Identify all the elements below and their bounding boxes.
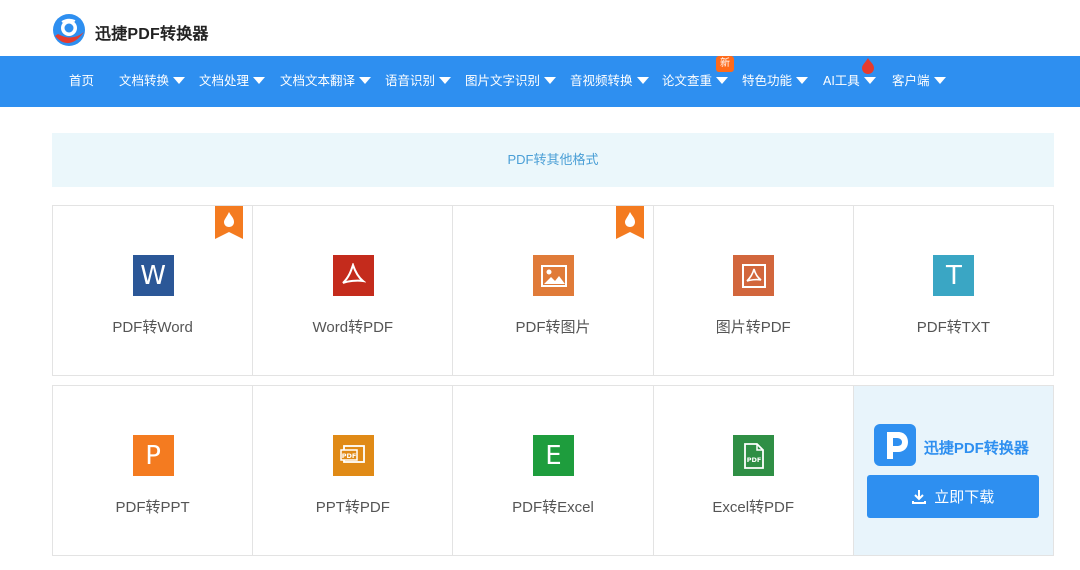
tool-label: Excel转PDF — [712, 499, 795, 516]
tool-label: 图片转PDF — [715, 319, 791, 336]
ppt-icon: P — [132, 435, 174, 476]
tool-label: PDF转PPT — [115, 499, 190, 516]
hot-flame-icon — [862, 58, 874, 74]
image-pdf-icon — [733, 255, 775, 296]
tool-pdf-to-word[interactable]: W PDF转Word — [53, 206, 254, 375]
tool-image-to-pdf[interactable]: 图片转PDF — [654, 206, 854, 375]
chevron-down-icon — [716, 77, 729, 85]
tool-label: PDF转TXT — [916, 319, 991, 336]
brand-name[interactable]: 迅捷PDF转换器 — [95, 20, 209, 44]
download-button-label: 立即下载 — [934, 489, 995, 506]
chevron-down-icon — [359, 77, 372, 85]
tool-pdf-to-excel[interactable]: E PDF转Excel — [453, 386, 654, 555]
excel-icon: E — [533, 435, 574, 476]
download-brand: 迅捷PDF转换器 — [923, 440, 1029, 457]
section-title: PDF转其他格式 — [52, 133, 1054, 187]
chevron-down-icon — [796, 77, 809, 85]
txt-icon: T — [933, 255, 975, 296]
nav-speech-recognition[interactable]: 语音识别 — [385, 56, 452, 107]
tool-label: PPT转PDF — [315, 499, 390, 516]
tool-pdf-to-txt[interactable]: T PDF转TXT — [854, 206, 1053, 375]
chevron-down-icon — [636, 77, 649, 85]
main-nav: 首页 文档转换 文档处理 文档文本翻译 语音识别 图片文字识别 音视频转换 论文… — [0, 56, 1080, 107]
nav-doc-translate[interactable]: 文档文本翻译 — [280, 56, 372, 107]
excel-pdf-icon: PDF — [733, 435, 775, 476]
tools-grid-row1: W PDF转Word Word转PDF PDF转图片 图片转PDF T PDF转… — [52, 205, 1054, 376]
tool-excel-to-pdf[interactable]: PDF Excel转PDF — [654, 386, 854, 555]
app-logo-icon[interactable] — [50, 12, 88, 48]
hot-ribbon-icon — [215, 206, 244, 239]
pdf-icon — [332, 255, 374, 296]
chevron-down-icon — [544, 77, 557, 85]
site-header: 迅捷PDF转换器 — [0, 0, 1080, 56]
tool-ppt-to-pdf[interactable]: PDF PPT转PDF — [253, 386, 454, 555]
word-icon: W — [132, 255, 174, 296]
chevron-down-icon — [439, 77, 452, 85]
nav-image-ocr[interactable]: 图片文字识别 — [465, 56, 557, 107]
download-button[interactable]: 立即下载 — [866, 475, 1039, 518]
tool-label: Word转PDF — [312, 319, 394, 336]
hot-ribbon-icon — [615, 206, 644, 239]
tool-label: PDF转Excel — [512, 499, 594, 516]
nav-doc-process[interactable]: 文档处理 — [199, 56, 266, 107]
chevron-down-icon — [933, 77, 946, 85]
tools-grid-row2: P PDF转PPT PDF PPT转PDF E PDF转Excel PDF Ex… — [52, 385, 1054, 556]
new-badge: 新 — [716, 56, 734, 72]
chevron-down-icon — [253, 77, 266, 85]
image-icon — [533, 255, 574, 296]
nav-special-features[interactable]: 特色功能 — [742, 56, 809, 107]
nav-doc-convert[interactable]: 文档转换 — [119, 56, 186, 107]
tool-word-to-pdf[interactable]: Word转PDF — [253, 206, 454, 375]
tool-label: PDF转图片 — [515, 319, 591, 336]
chevron-down-icon — [173, 77, 186, 85]
tool-pdf-to-image[interactable]: PDF转图片 — [453, 206, 654, 375]
tool-label: PDF转Word — [112, 319, 193, 336]
download-icon — [912, 489, 927, 504]
ppt-pdf-icon: PDF — [332, 435, 374, 476]
download-panel: 迅捷PDF转换器 立即下载 — [853, 386, 1054, 555]
svg-text:PDF: PDF — [342, 452, 357, 460]
app-logo-icon — [873, 424, 916, 466]
nav-home[interactable]: 首页 — [69, 56, 94, 107]
chevron-down-icon — [863, 77, 876, 85]
nav-av-convert[interactable]: 音视频转换 — [570, 56, 649, 107]
nav-client[interactable]: 客户端 — [892, 56, 946, 107]
svg-text:PDF: PDF — [746, 456, 761, 464]
tool-pdf-to-ppt[interactable]: P PDF转PPT — [53, 386, 254, 555]
